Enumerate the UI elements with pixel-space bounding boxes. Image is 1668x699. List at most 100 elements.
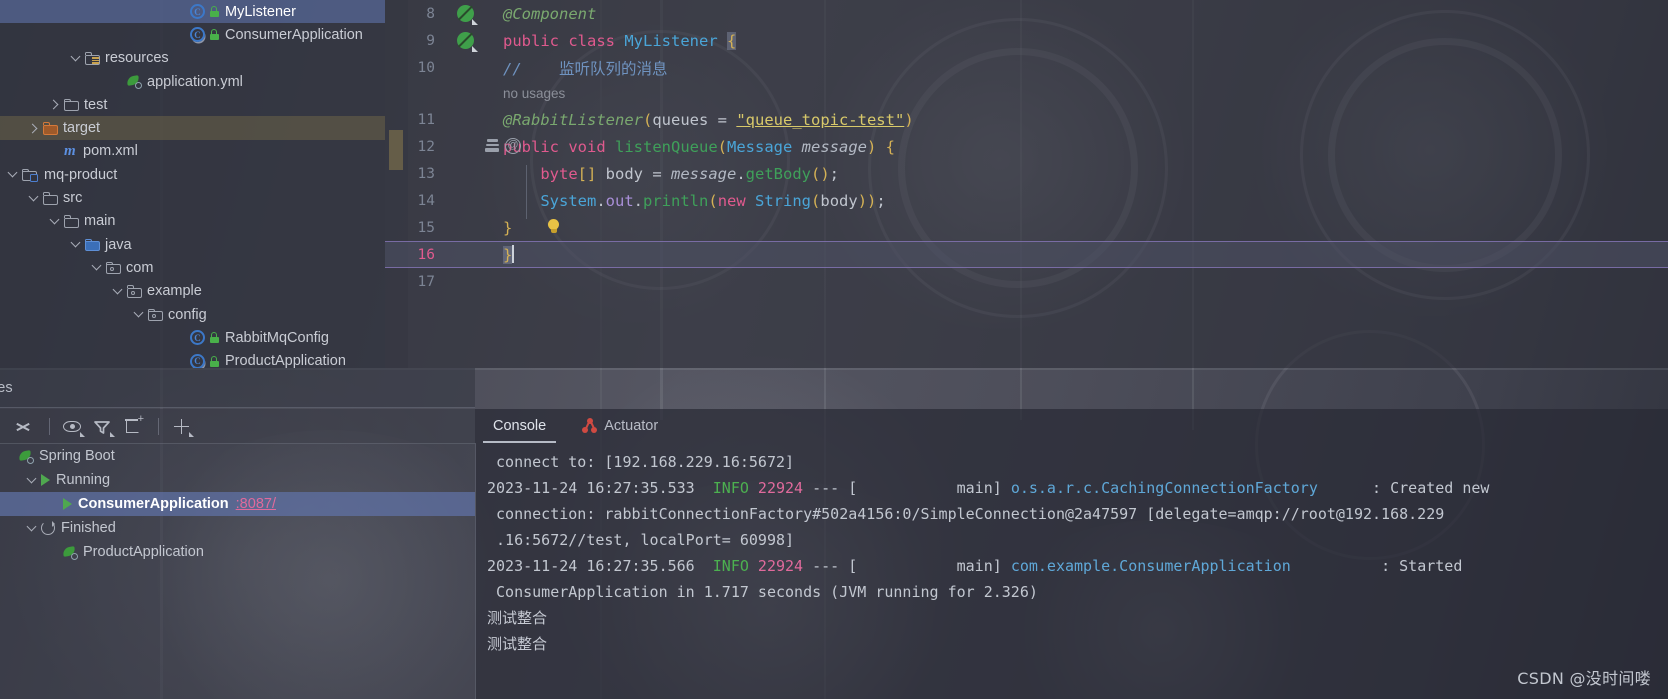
code-line[interactable]: 12 @ public void listenQueue(Message messa…: [385, 133, 1668, 160]
console-segment: 2023-11-24 16:27:35.533: [487, 479, 704, 497]
tree-item-label: test: [84, 96, 108, 113]
tree-item-label: java: [105, 236, 132, 253]
console-segment: : Started: [1290, 557, 1463, 575]
twisty-down-icon[interactable]: [7, 168, 20, 181]
plus-icon[interactable]: [168, 414, 194, 440]
code-line[interactable]: 8 @Component: [385, 0, 1668, 27]
run-toolbar[interactable]: +: [0, 409, 475, 444]
line-number: 15: [417, 219, 435, 236]
intention-bulb-icon[interactable]: [547, 219, 560, 234]
eye-icon[interactable]: [59, 414, 85, 440]
code-line[interactable]: 13 byte[] body = message.getBody();: [385, 160, 1668, 187]
tree-row[interactable]: target: [0, 116, 385, 140]
code-line[interactable]: 16}: [385, 241, 1668, 268]
tree-row[interactable]: resources: [0, 47, 385, 70]
twisty-right-icon[interactable]: [28, 122, 41, 135]
code-line[interactable]: 9 public class MyListener {: [385, 27, 1668, 54]
tree-item-label: mq-product: [44, 166, 118, 183]
console-segment: 2023-11-24 16:27:35.566: [487, 557, 704, 575]
code-token: Message: [727, 137, 802, 156]
console-segment: .16:5672//test, localPort= 60998]: [487, 531, 795, 549]
editor-lines[interactable]: 8 @Component 9 public class MyListener {10/…: [385, 0, 1668, 295]
tree-row[interactable]: com: [0, 256, 385, 279]
text-caret: [512, 245, 514, 263]
console-tab-bar[interactable]: Console Actuator: [475, 409, 1668, 443]
twisty-down-icon[interactable]: [70, 238, 83, 251]
twisty-down-icon[interactable]: [91, 261, 104, 274]
project-tree-panel[interactable]: C MyListener C ConsumerApplication resources…: [0, 0, 385, 368]
twisty-down-icon[interactable]: [112, 285, 125, 298]
spring-bean-gutter-icon[interactable]: [457, 5, 478, 25]
tree-row[interactable]: java: [0, 233, 385, 256]
twisty-down-icon[interactable]: [26, 522, 39, 535]
console-line: ConsumerApplication in 1.717 seconds (JV…: [487, 579, 1668, 605]
code-line[interactable]: 11 @RabbitListener(queues = "queue_topic-…: [385, 106, 1668, 133]
tree-row[interactable]: src: [0, 186, 385, 209]
tree-row[interactable]: C RabbitMqConfig: [0, 326, 385, 349]
twisty-down-icon[interactable]: [28, 192, 41, 205]
code-text: System.out.println(new String(body));: [489, 192, 1668, 210]
tree-row[interactable]: config: [0, 303, 385, 326]
code-token: =: [717, 110, 737, 129]
code-token: message: [801, 137, 867, 156]
code-text: }: [489, 219, 1668, 237]
add-square-icon[interactable]: +: [119, 413, 145, 440]
run-port-link[interactable]: :8087/: [236, 496, 276, 512]
console-segment: connection: rabbitConnectionFactory#502a…: [487, 505, 1445, 523]
collapse-x-icon[interactable]: [10, 414, 36, 440]
services-tab-label[interactable]: ces: [0, 380, 13, 396]
run-tree-label: Running: [56, 472, 111, 488]
line-number: 9: [426, 32, 435, 49]
code-line[interactable]: 14 System.out.println(new String(body));: [385, 187, 1668, 214]
run-tree-row[interactable]: ProductApplication: [0, 540, 475, 564]
filter-icon[interactable]: [89, 414, 115, 440]
run-tree-row[interactable]: Finished: [0, 516, 475, 540]
code-editor[interactable]: 8 @Component 9 public class MyListener {10/…: [385, 0, 1668, 368]
tree-item-label: pom.xml: [83, 143, 138, 160]
tree-row[interactable]: mq-product: [0, 163, 385, 186]
twisty-down-icon[interactable]: [49, 215, 62, 228]
tree-row[interactable]: m pom.xml: [0, 140, 385, 163]
tree-row[interactable]: C ConsumerApplication: [0, 23, 385, 46]
tree-row[interactable]: example: [0, 280, 385, 303]
java-class-run-icon: C: [190, 27, 205, 43]
overriding-method-gutter-icon[interactable]: [485, 139, 499, 154]
java-class-icon: C: [190, 330, 205, 346]
editor-gutter: [443, 106, 489, 133]
lock-icon: [210, 29, 219, 41]
twisty-down-icon[interactable]: [70, 52, 83, 65]
code-token: String: [755, 191, 812, 210]
folder-icon: [64, 98, 79, 112]
console-panel[interactable]: Console Actuator connect to: [192.168.229…: [475, 409, 1668, 699]
twisty-right-icon[interactable]: [49, 98, 62, 111]
twisty-down-icon[interactable]: [26, 474, 39, 487]
indent-guide: [526, 165, 527, 219]
tree-item-label: src: [63, 190, 83, 207]
toolbar-separator: [49, 418, 50, 435]
tree-row[interactable]: test: [0, 93, 385, 116]
code-token: @Component: [503, 4, 597, 23]
code-line[interactable]: 17: [385, 268, 1668, 295]
code-token: listenQueue: [615, 137, 718, 156]
tree-item-label: target: [63, 120, 101, 137]
console-tab-actuator[interactable]: Actuator: [564, 409, 676, 443]
tree-row[interactable]: application.yml: [0, 70, 385, 93]
tree-item-label: RabbitMqConfig: [225, 329, 329, 346]
run-tree-row[interactable]: Running: [0, 468, 475, 492]
twisty-down-icon[interactable]: [133, 308, 146, 321]
run-tree-row[interactable]: ConsumerApplication:8087/: [0, 492, 475, 516]
services-tab-strip[interactable]: ces: [0, 368, 475, 408]
annotation-gutter-icon[interactable]: @: [505, 138, 521, 154]
code-token: message: [671, 164, 737, 183]
run-dashboard-tree[interactable]: Spring Boot Running ConsumerApplication:80…: [0, 444, 475, 699]
console-tab-console[interactable]: Console: [475, 409, 564, 443]
run-tree-row[interactable]: Spring Boot: [0, 444, 475, 468]
tree-row[interactable]: C ProductApplication: [0, 349, 385, 368]
tree-row[interactable]: C MyListener: [0, 0, 385, 24]
tree-row[interactable]: main: [0, 210, 385, 233]
code-line[interactable]: 10 // 监听队列的消息: [385, 54, 1668, 81]
code-line[interactable]: 15}: [385, 214, 1668, 241]
spring-bean-gutter-icon[interactable]: [457, 32, 478, 52]
console-output[interactable]: connect to: [192.168.229.16:5672] 2023-11…: [475, 443, 1668, 699]
